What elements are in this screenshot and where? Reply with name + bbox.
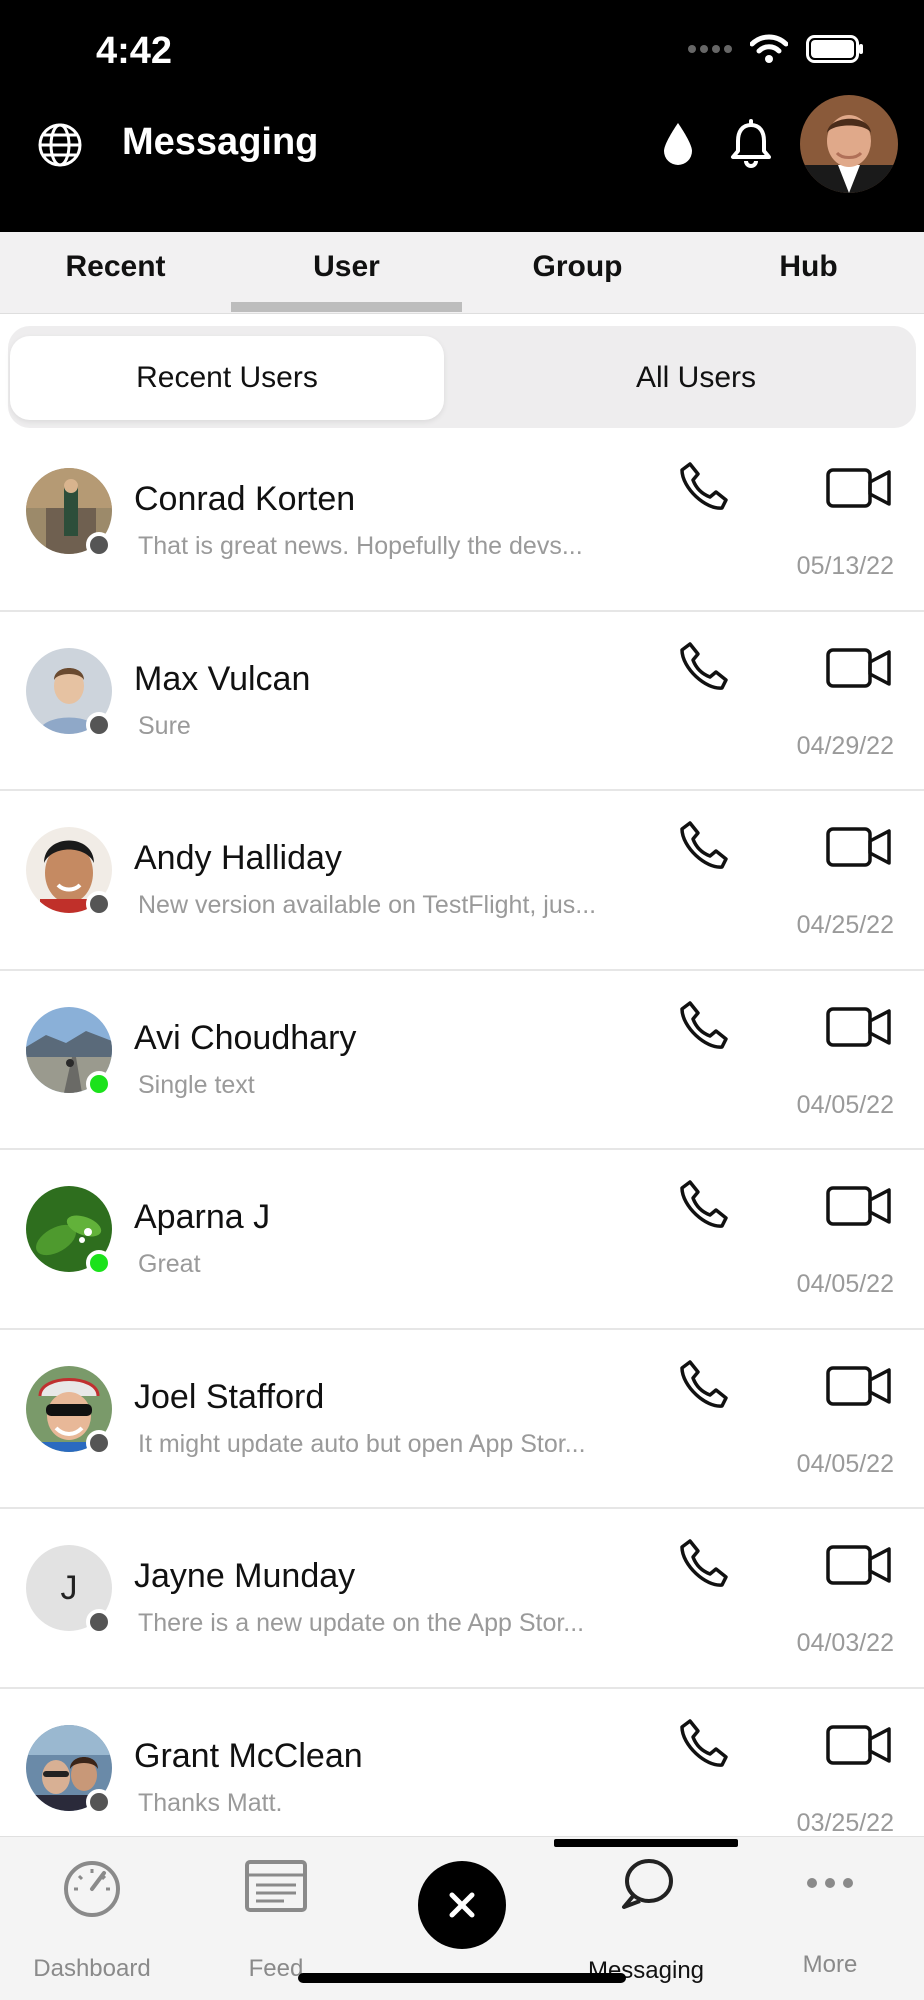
- nav-active-indicator: [554, 1839, 738, 1847]
- bell-icon[interactable]: [728, 119, 774, 169]
- message-preview: It might update auto but open App Stor..…: [138, 1429, 586, 1458]
- more-dots-icon: [807, 1878, 853, 1888]
- message-preview: That is great news. Hopefully the devs..…: [138, 532, 583, 560]
- nav-label: Dashboard: [33, 1955, 151, 1982]
- phone-icon[interactable]: [676, 640, 730, 694]
- video-camera-icon[interactable]: [826, 1003, 892, 1051]
- tab-hub[interactable]: Hub: [693, 250, 924, 284]
- message-date: 04/25/22: [796, 911, 894, 939]
- message-preview: Great: [138, 1250, 201, 1278]
- avatar-initial: J: [60, 1568, 78, 1607]
- contact-name: Aparna J: [134, 1198, 271, 1236]
- list-item[interactable]: J Jayne Munday There is a new update on …: [0, 1509, 924, 1689]
- message-date: 04/29/22: [796, 731, 894, 760]
- profile-avatar[interactable]: [800, 95, 898, 193]
- contact-name: Joel Stafford: [134, 1377, 325, 1416]
- message-date: 04/03/22: [796, 1629, 894, 1657]
- droplet-icon[interactable]: [660, 121, 696, 167]
- recent-users-segment[interactable]: Recent Users: [10, 336, 444, 420]
- app-header: 4:42 Messaging: [0, 0, 924, 260]
- conversation-list: Conrad Korten That is great news. Hopefu…: [0, 432, 924, 1868]
- presence-indicator: [86, 1250, 112, 1276]
- all-users-segment[interactable]: All Users: [478, 336, 914, 420]
- tab-recent[interactable]: Recent: [0, 250, 231, 284]
- feed-icon: [245, 1860, 307, 1912]
- tab-group[interactable]: Group: [462, 250, 693, 284]
- home-indicator: [298, 1973, 626, 1983]
- tab-user[interactable]: User: [231, 250, 462, 284]
- message-preview: Sure: [138, 711, 191, 740]
- message-date: 04/05/22: [796, 1449, 894, 1478]
- video-camera-icon[interactable]: [826, 1182, 892, 1230]
- list-item[interactable]: Max Vulcan Sure 04/29/22: [0, 611, 924, 791]
- phone-icon[interactable]: [676, 460, 730, 514]
- presence-indicator: [86, 532, 112, 558]
- nav-dashboard[interactable]: Dashboard: [0, 1855, 184, 1982]
- globe-icon[interactable]: [36, 121, 84, 169]
- contact-name: Avi Choudhary: [134, 1018, 357, 1057]
- status-icons: [688, 34, 864, 64]
- message-date: 04/05/22: [796, 1270, 894, 1298]
- phone-icon[interactable]: [676, 1537, 730, 1591]
- phone-icon[interactable]: [676, 1717, 730, 1771]
- gauge-icon: [64, 1861, 120, 1917]
- contact-name: Jayne Munday: [134, 1557, 356, 1595]
- presence-indicator: [86, 711, 112, 738]
- video-camera-icon[interactable]: [826, 464, 892, 512]
- contact-name: Conrad Korten: [134, 480, 356, 518]
- presence-indicator: [86, 1429, 112, 1456]
- message-date: 05/13/22: [796, 552, 894, 580]
- segmented-control: Recent Users All Users: [8, 326, 916, 428]
- phone-icon[interactable]: [676, 1178, 730, 1232]
- message-preview: New version available on TestFlight, jus…: [138, 891, 597, 919]
- chat-bubble-icon: [622, 1859, 673, 1909]
- presence-indicator: [86, 1609, 112, 1635]
- list-item[interactable]: Andy Halliday New version available on T…: [0, 791, 924, 971]
- status-time: 4:42: [96, 30, 173, 72]
- page-title: Messaging: [122, 121, 319, 163]
- presence-indicator: [86, 1070, 112, 1097]
- phone-icon[interactable]: [676, 1358, 730, 1412]
- list-item[interactable]: Aparna J Great 04/05/22: [0, 1150, 924, 1330]
- contact-name: Andy Halliday: [134, 839, 342, 877]
- video-camera-icon[interactable]: [826, 1362, 892, 1410]
- nav-label: More: [802, 1951, 858, 1978]
- cellular-signal-icon: [688, 45, 732, 53]
- nav-messaging[interactable]: Messaging: [554, 1855, 738, 1984]
- tab-bar: Recent User Group Hub: [0, 232, 924, 314]
- presence-indicator: [86, 891, 112, 917]
- wifi-icon: [750, 34, 788, 63]
- message-date: 03/25/22: [796, 1808, 894, 1837]
- list-item[interactable]: Conrad Korten That is great news. Hopefu…: [0, 432, 924, 612]
- presence-indicator: [86, 1788, 112, 1815]
- contact-name: Max Vulcan: [134, 659, 311, 698]
- active-tab-indicator: [231, 302, 462, 312]
- bottom-nav: Dashboard Feed Messaging More: [0, 1836, 924, 2000]
- message-date: 04/05/22: [796, 1090, 894, 1119]
- video-camera-icon[interactable]: [826, 644, 892, 692]
- list-item[interactable]: Joel Stafford It might update auto but o…: [0, 1329, 924, 1509]
- video-camera-icon[interactable]: [826, 823, 892, 871]
- message-preview: Single text: [138, 1070, 255, 1099]
- close-icon: [449, 1892, 475, 1918]
- contact-name: Grant McClean: [134, 1736, 363, 1775]
- message-preview: There is a new update on the App Stor...: [138, 1609, 585, 1637]
- segment-container: Recent Users All Users: [0, 318, 924, 430]
- video-camera-icon[interactable]: [826, 1721, 892, 1769]
- message-preview: Thanks Matt.: [138, 1788, 283, 1817]
- video-camera-icon[interactable]: [826, 1541, 892, 1589]
- list-item[interactable]: Avi Choudhary Single text 04/05/22: [0, 970, 924, 1150]
- close-menu-button[interactable]: [418, 1861, 506, 1949]
- nav-more[interactable]: More: [738, 1855, 922, 1978]
- nav-feed[interactable]: Feed: [184, 1855, 368, 1982]
- phone-icon[interactable]: [676, 999, 730, 1053]
- battery-icon: [806, 35, 863, 63]
- phone-icon[interactable]: [676, 819, 730, 873]
